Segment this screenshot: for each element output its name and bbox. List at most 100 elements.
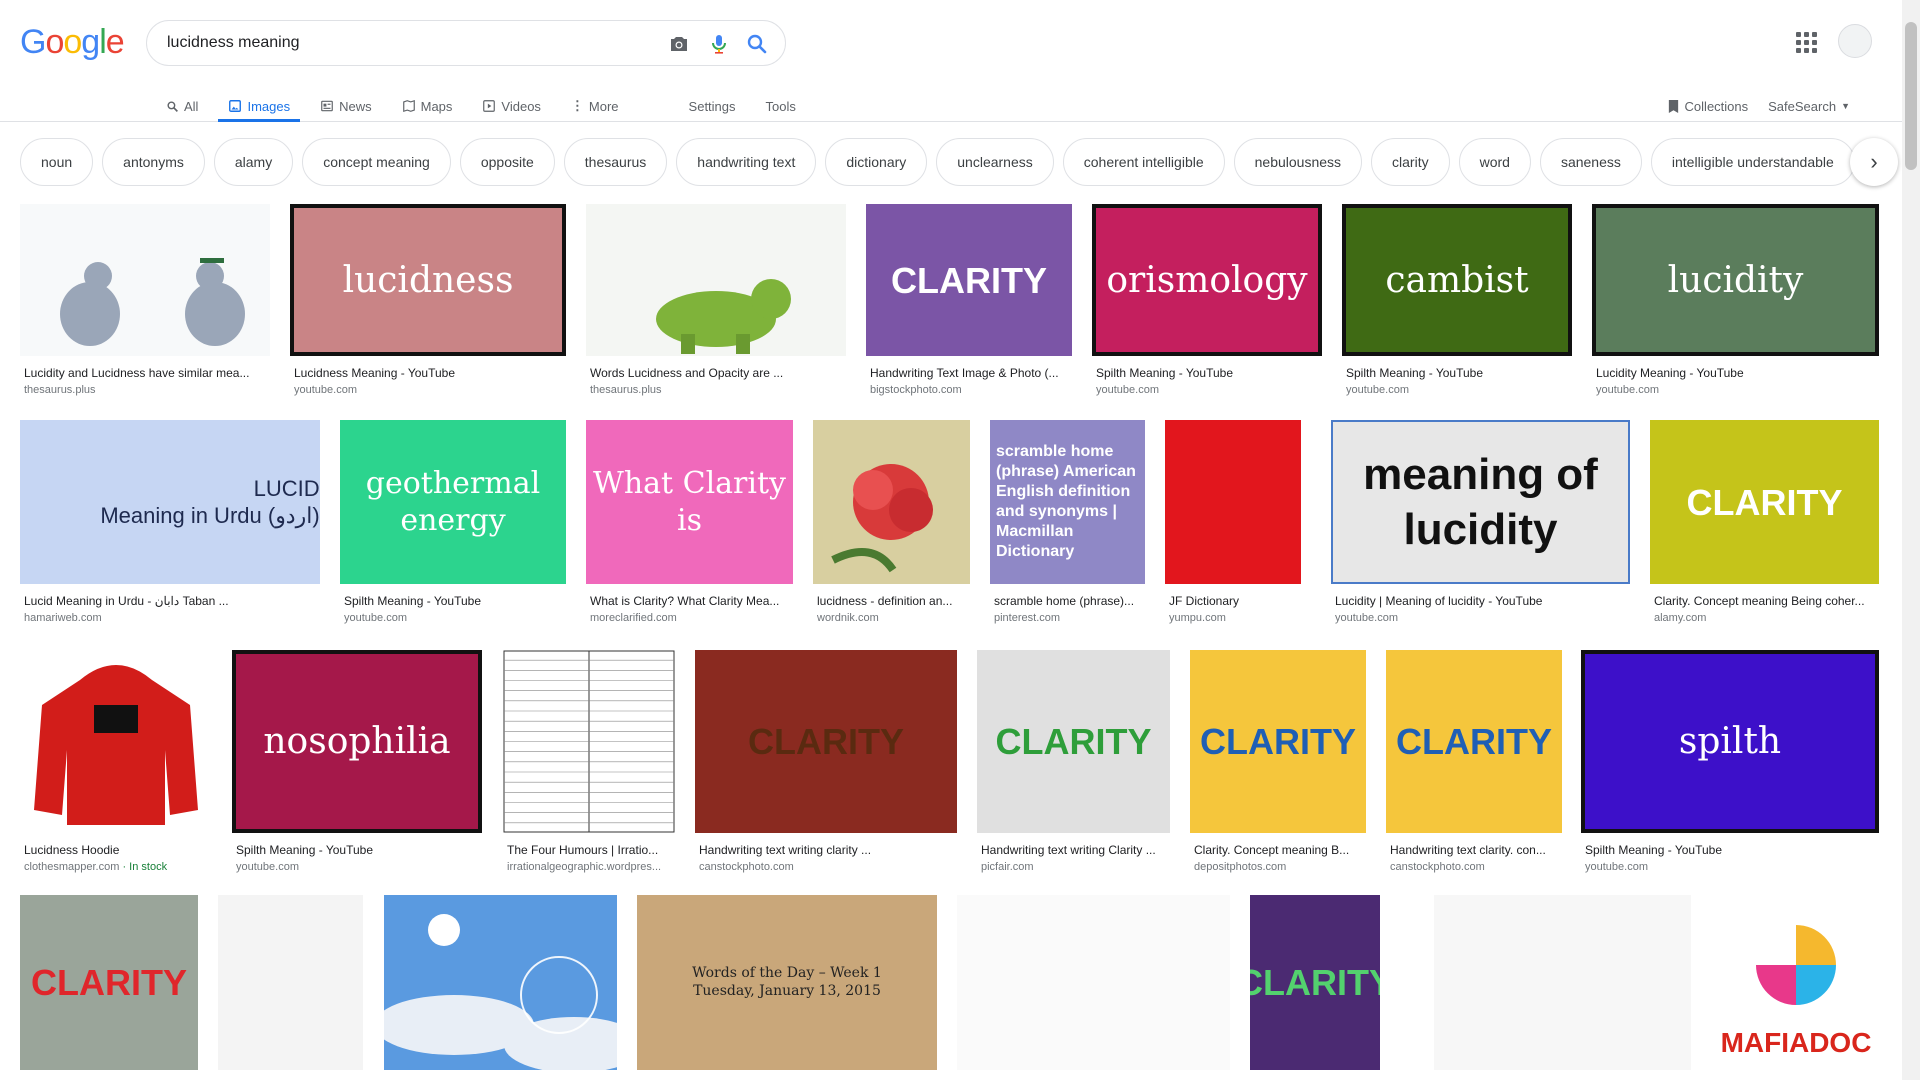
- image-result[interactable]: lucidness - definition an... wordnik.com: [813, 420, 970, 628]
- image-result[interactable]: MAFIADOC: [1713, 895, 1879, 1080]
- tab-news[interactable]: News: [320, 88, 372, 122]
- image-thumbnail[interactable]: CLARITY: [1190, 650, 1366, 833]
- result-title[interactable]: Clarity. Concept meaning Being coher...: [1654, 594, 1879, 608]
- image-thumbnail[interactable]: [218, 895, 363, 1070]
- image-result[interactable]: spilth Spilth Meaning - YouTube youtube.co…: [1581, 650, 1879, 877]
- image-thumbnail[interactable]: LUCID Meaning in Urdu (اردو): [20, 420, 320, 584]
- chip-related-search[interactable]: intelligible understandable: [1650, 138, 1855, 186]
- chip-related-search[interactable]: unclearness: [936, 138, 1054, 186]
- scrollbar-thumb[interactable]: [1905, 22, 1917, 170]
- result-title[interactable]: lucidness - definition an...: [817, 594, 970, 608]
- chip-related-search[interactable]: handwriting text: [676, 138, 817, 186]
- search-icon[interactable]: [745, 32, 769, 56]
- chip-related-search[interactable]: saneness: [1539, 138, 1642, 186]
- image-result[interactable]: Words Lucidness and Opacity are ... thesa…: [586, 204, 846, 400]
- image-result[interactable]: Lucidity and Lucidness have similar mea.…: [20, 204, 270, 400]
- result-title[interactable]: Handwriting Text Image & Photo (...: [870, 366, 1072, 380]
- image-thumbnail[interactable]: [20, 204, 270, 356]
- image-thumbnail[interactable]: CLARITY: [977, 650, 1170, 833]
- image-result[interactable]: Words of the Day – Week 1 Tuesday, Janua…: [637, 895, 937, 1080]
- tab-maps[interactable]: Maps: [402, 88, 452, 122]
- chevron-right-icon[interactable]: ›: [1850, 138, 1898, 186]
- image-result[interactable]: cambist Spilth Meaning - YouTube youtube.c…: [1342, 204, 1572, 400]
- image-thumbnail[interactable]: cambist: [1342, 204, 1572, 356]
- image-result[interactable]: CLARITY Handwriting text clarity. con... c…: [1386, 650, 1562, 877]
- image-thumbnail[interactable]: [1434, 895, 1691, 1070]
- image-thumbnail[interactable]: CLARITY: [1386, 650, 1562, 833]
- result-title[interactable]: Lucidness Hoodie: [24, 843, 212, 857]
- result-title[interactable]: Spilth Meaning - YouTube: [1585, 843, 1879, 857]
- result-title[interactable]: Lucidity | Meaning of lucidity - YouTube: [1335, 594, 1630, 608]
- image-result[interactable]: What Clarity is What is Clarity? What Cla…: [586, 420, 793, 628]
- image-thumbnail[interactable]: geothermal energy: [340, 420, 566, 584]
- chip-related-search[interactable]: alamy: [213, 138, 294, 186]
- tab-videos[interactable]: Videos: [482, 88, 541, 122]
- search-box[interactable]: [146, 20, 786, 66]
- image-result[interactable]: [218, 895, 363, 1080]
- image-thumbnail[interactable]: meaning of lucidity: [1331, 420, 1630, 584]
- image-result[interactable]: The Four Humours | Irratio... irrationalg…: [503, 650, 675, 877]
- image-result[interactable]: CLARITY: [1250, 895, 1380, 1080]
- image-result[interactable]: orismology Spilth Meaning - YouTube youtub…: [1092, 204, 1322, 400]
- image-thumbnail[interactable]: [586, 204, 846, 356]
- image-result[interactable]: CLARITY: [20, 895, 198, 1080]
- chip-related-search[interactable]: opposite: [459, 138, 555, 186]
- result-title[interactable]: Spilth Meaning - YouTube: [1096, 366, 1322, 380]
- result-title[interactable]: Lucid Meaning in Urdu - دابان Taban ...: [24, 594, 320, 608]
- image-thumbnail[interactable]: [1165, 420, 1301, 584]
- image-thumbnail[interactable]: CLARITY: [695, 650, 957, 833]
- result-title[interactable]: Spilth Meaning - YouTube: [1346, 366, 1572, 380]
- image-thumbnail[interactable]: lucidness: [290, 204, 566, 356]
- image-thumbnail[interactable]: [957, 895, 1230, 1070]
- image-result[interactable]: LUCID Meaning in Urdu (اردو) Lucid Meanin…: [20, 420, 320, 628]
- chip-related-search[interactable]: coherent intelligible: [1062, 138, 1225, 186]
- chip-related-search[interactable]: word: [1458, 138, 1531, 186]
- result-title[interactable]: Lucidity Meaning - YouTube: [1596, 366, 1879, 380]
- image-result[interactable]: JF Dictionary yumpu.com: [1165, 420, 1301, 628]
- result-title[interactable]: Spilth Meaning - YouTube: [236, 843, 482, 857]
- image-thumbnail[interactable]: lucidity: [1592, 204, 1879, 356]
- image-result[interactable]: nosophilia Spilth Meaning - YouTube youtub…: [232, 650, 482, 877]
- result-title[interactable]: Handwriting text writing clarity ...: [699, 843, 957, 857]
- chip-related-search[interactable]: clarity: [1371, 138, 1450, 186]
- chip-related-search[interactable]: concept meaning: [302, 138, 451, 186]
- result-title[interactable]: What is Clarity? What Clarity Mea...: [590, 594, 793, 608]
- camera-icon[interactable]: [667, 32, 691, 56]
- microphone-icon[interactable]: [707, 32, 731, 56]
- image-thumbnail[interactable]: [384, 895, 617, 1070]
- image-thumbnail[interactable]: [813, 420, 970, 584]
- result-title[interactable]: Clarity. Concept meaning B...: [1194, 843, 1366, 857]
- result-title[interactable]: Words Lucidness and Opacity are ...: [590, 366, 846, 380]
- image-thumbnail[interactable]: CLARITY: [1650, 420, 1879, 584]
- image-thumbnail[interactable]: Words of the Day – Week 1 Tuesday, Janua…: [637, 895, 937, 1070]
- image-thumbnail[interactable]: [20, 650, 212, 833]
- image-result[interactable]: Lucidness Hoodie clothesmapper.com · In s…: [20, 650, 212, 877]
- image-thumbnail[interactable]: CLARITY: [20, 895, 198, 1070]
- result-title[interactable]: Handwriting text writing Clarity ...: [981, 843, 1170, 857]
- result-title[interactable]: Lucidity and Lucidness have similar mea.…: [24, 366, 270, 380]
- tools-link[interactable]: Tools: [766, 88, 796, 122]
- image-thumbnail[interactable]: scramble home (phrase) American English …: [990, 420, 1145, 584]
- image-thumbnail[interactable]: What Clarity is: [586, 420, 793, 584]
- image-thumbnail[interactable]: nosophilia: [232, 650, 482, 833]
- image-thumbnail[interactable]: MAFIADOC: [1713, 895, 1879, 1070]
- image-result[interactable]: scramble home (phrase) American English …: [990, 420, 1145, 628]
- image-thumbnail[interactable]: [503, 650, 675, 833]
- google-logo[interactable]: Google: [20, 23, 125, 62]
- image-thumbnail[interactable]: spilth: [1581, 650, 1879, 833]
- image-result[interactable]: [1434, 895, 1691, 1080]
- result-title[interactable]: The Four Humours | Irratio...: [507, 843, 675, 857]
- result-title[interactable]: JF Dictionary: [1169, 594, 1301, 608]
- avatar[interactable]: [1838, 24, 1872, 58]
- image-result[interactable]: lucidness Lucidness Meaning - YouTube yout…: [290, 204, 566, 400]
- image-result[interactable]: CLARITY Clarity. Concept meaning B... depo…: [1190, 650, 1366, 877]
- search-input[interactable]: [167, 31, 647, 55]
- image-result[interactable]: CLARITY Clarity. Concept meaning Being co…: [1650, 420, 1879, 628]
- result-title[interactable]: scramble home (phrase)...: [994, 594, 1145, 608]
- image-thumbnail[interactable]: CLARITY: [1250, 895, 1380, 1070]
- apps-icon[interactable]: [1796, 32, 1818, 54]
- image-result[interactable]: CLARITY Handwriting text writing clarity …: [695, 650, 957, 877]
- image-thumbnail[interactable]: orismology: [1092, 204, 1322, 356]
- image-result[interactable]: lucidity Lucidity Meaning - YouTube youtub…: [1592, 204, 1879, 400]
- chip-related-search[interactable]: dictionary: [825, 138, 928, 186]
